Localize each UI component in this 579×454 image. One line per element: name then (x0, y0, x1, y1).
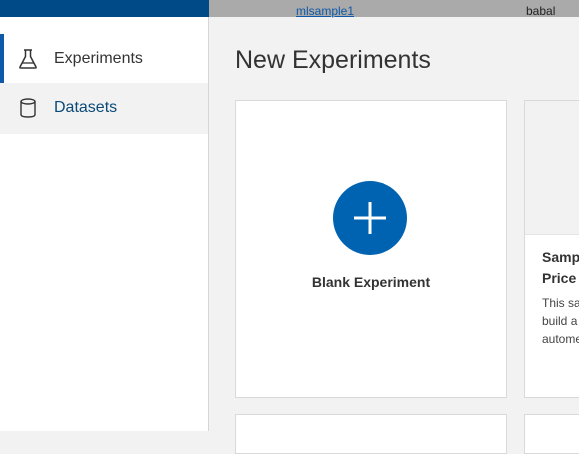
card-label: Blank Experiment (311, 274, 431, 290)
cylinder-database-icon (20, 98, 36, 118)
card-title: Samp Price (542, 249, 579, 286)
experiment-card[interactable] (235, 414, 507, 454)
active-indicator (0, 34, 4, 83)
sidebar-item-datasets[interactable]: Datasets (0, 83, 208, 134)
card-thumbnail (525, 101, 579, 235)
flask-icon (19, 49, 37, 69)
sidebar: Experiments Datasets (0, 17, 209, 431)
page-title: New Experiments (235, 46, 431, 74)
experiment-card[interactable] (524, 414, 579, 454)
user-name[interactable]: babal (526, 4, 555, 18)
sidebar-item-label: Experiments (54, 50, 143, 67)
card-description: This sa build a autome (542, 296, 579, 346)
top-bar (209, 0, 579, 17)
top-bar-brand-area (0, 0, 209, 17)
add-button[interactable] (333, 181, 407, 255)
workspace-link[interactable]: mlsample1 (296, 4, 354, 18)
sidebar-item-label: Datasets (54, 99, 118, 116)
sample-experiment-card[interactable]: Samp Price This sa build a autome (524, 100, 579, 398)
plus-icon (354, 202, 386, 234)
sidebar-item-experiments[interactable]: Experiments (0, 34, 208, 83)
blank-experiment-card[interactable]: Blank Experiment (235, 100, 507, 398)
